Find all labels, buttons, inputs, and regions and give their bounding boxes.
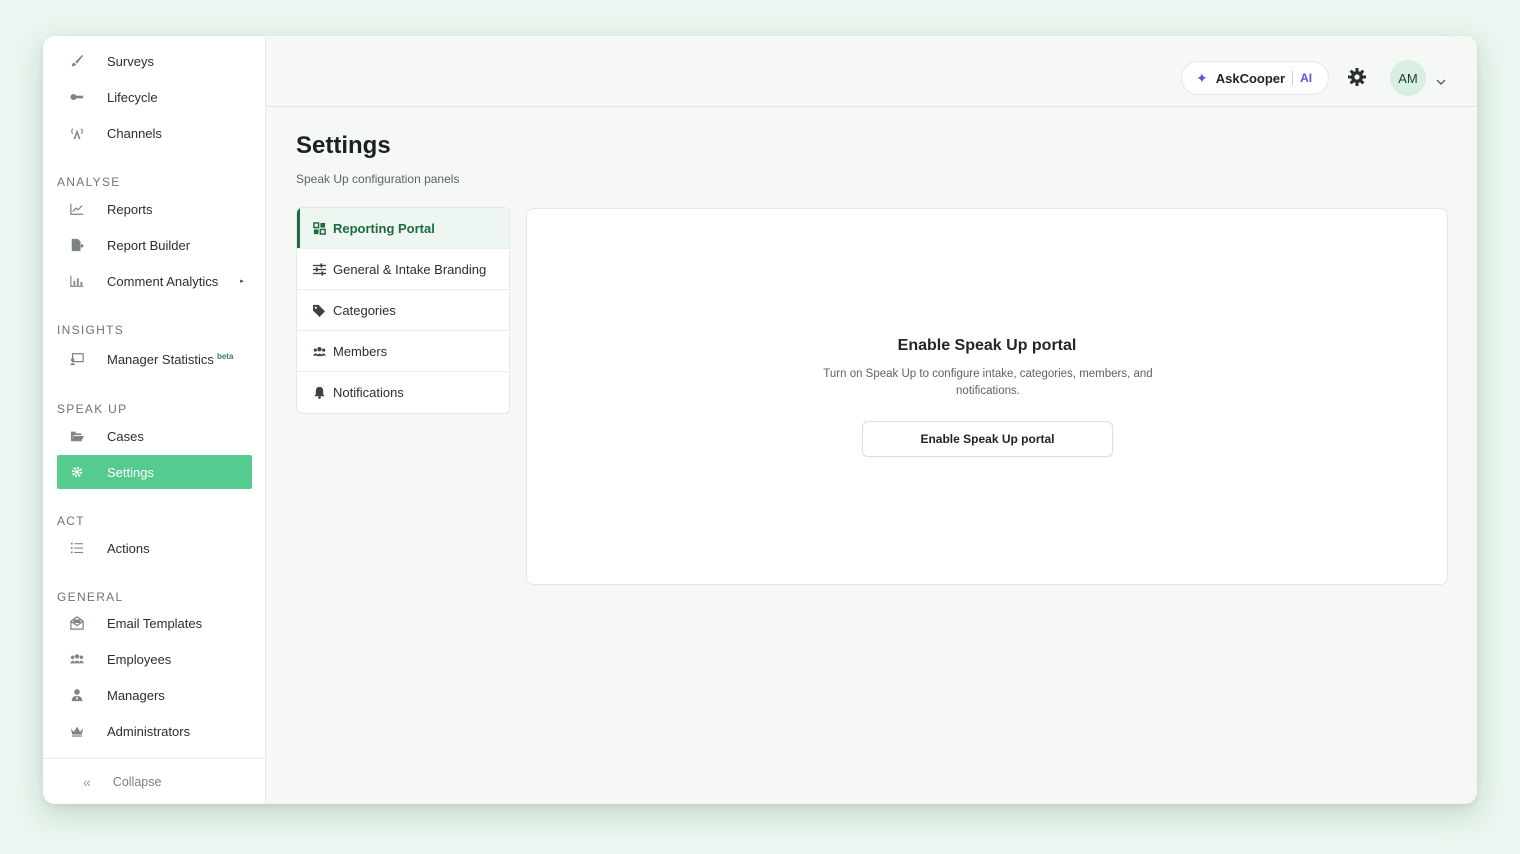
askcooper-button[interactable]: ✦ AskCooper AI [1181,61,1329,95]
brush-icon [67,53,87,69]
sidebar-item-email-templates[interactable]: Email Templates [57,606,252,640]
sidebar-item-settings[interactable]: Settings [57,455,252,489]
sidebar-item-label: Manager Statistics [107,351,214,367]
sidebar-item-surveys[interactable]: Surveys [57,44,252,78]
sidebar-item-label: Email Templates [107,615,203,631]
file-export-icon [67,237,87,253]
sidebar-item-reports[interactable]: Reports [57,192,252,226]
sidebar: Surveys Lifecycle Channels ANALYSE Repor… [43,36,266,804]
panel-categories[interactable]: Categories [297,290,509,331]
sidebar-item-label: Employees [107,651,172,667]
panel-members[interactable]: Members [297,331,509,372]
sidebar-item-employees[interactable]: Employees [57,642,252,676]
divider [1292,71,1294,85]
ai-label: AI [1300,71,1313,85]
tags-icon [311,304,327,317]
caret-right-icon: ▸ [240,278,244,285]
sliders-icon [311,262,327,276]
sparkle-icon: ✦ [1196,69,1208,86]
sidebar-item-label: Administrators [107,723,191,739]
panel-label: General & Intake Branding [333,261,487,277]
line-chart-icon [67,201,87,217]
section-title-speak-up: SPEAK UP [57,402,128,416]
section-title-act: ACT [57,514,85,528]
users-icon [67,651,87,667]
enable-speak-up-portal-button[interactable]: Enable Speak Up portal [862,421,1113,457]
chevron-down-icon[interactable] [1435,74,1447,85]
card-title: Enable Speak Up portal [897,337,1077,354]
sidebar-item-label: Reports [107,201,153,217]
card-description: Turn on Speak Up to configure intake, ca… [823,368,1153,397]
sidebar-item-managers[interactable]: Managers [57,678,252,712]
panel-label: Members [333,343,388,359]
sidebar-item-report-builder[interactable]: Report Builder [57,228,252,262]
sidebar-item-administrators[interactable]: Administrators [57,714,252,748]
gear-icon [1348,68,1366,86]
sidebar-item-label: Lifecycle [107,89,158,105]
bar-chart-icon [67,273,87,289]
sidebar-item-label: Report Builder [107,237,191,253]
presentation-icon [67,351,87,367]
sidebar-item-actions[interactable]: Actions [57,531,252,565]
users-icon [311,345,327,358]
sidebar-item-label: Surveys [107,53,154,69]
broadcast-icon [67,125,87,141]
top-bar: ✦ AskCooper AI AM [267,36,1477,107]
sidebar-item-channels[interactable]: Channels [57,116,252,150]
gear-icon [67,464,87,480]
panel-label: Reporting Portal [333,220,435,236]
bell-icon [311,386,327,399]
user-tie-icon [67,687,87,703]
sidebar-item-label: Managers [107,687,165,703]
key-icon [67,89,87,105]
list-icon [67,540,87,556]
user-avatar[interactable]: AM [1390,60,1426,96]
askcooper-label: AskCooper [1215,70,1286,86]
sidebar-item-comment-analytics[interactable]: Comment Analytics ▸ [57,264,252,298]
panel-reporting-portal[interactable]: Reporting Portal [297,208,509,249]
section-title-insights: INSIGHTS [57,323,125,337]
sidebar-item-label: Settings [107,464,154,480]
sidebar-item-cases[interactable]: Cases [57,419,252,453]
crown-icon [67,723,87,739]
section-title-general: GENERAL [57,590,124,604]
sidebar-item-label: Comment Analytics [107,273,219,289]
sidebar-item-lifecycle[interactable]: Lifecycle [57,80,252,114]
panel-general-intake-branding[interactable]: General & Intake Branding [297,249,509,290]
panel-label: Notifications [333,385,404,400]
folder-open-icon [67,428,87,444]
section-title-analyse: ANALYSE [57,175,121,189]
beta-badge: beta [216,351,234,361]
page-subtitle: Speak Up configuration panels [296,172,460,186]
reporting-portal-card: Enable Speak Up portal Turn on Speak Up … [526,208,1448,585]
sidebar-item-manager-statistics[interactable]: Manager Statistics beta [57,342,252,376]
panel-notifications[interactable]: Notifications [297,372,509,413]
sidebar-item-label: Cases [107,428,144,444]
double-chevron-left-icon: « [83,773,91,790]
sidebar-item-label: Actions [107,540,150,556]
sidebar-item-label: Channels [107,125,162,141]
envelope-open-icon [67,615,87,631]
settings-gear-button[interactable] [1347,67,1367,87]
app-window: Surveys Lifecycle Channels ANALYSE Repor… [43,36,1477,804]
grid-icon [311,221,327,235]
panel-label: Categories [333,302,396,318]
settings-panel-menu: Reporting Portal General & Intake Brandi… [296,207,510,414]
collapse-label: Collapse [112,774,162,789]
collapse-button[interactable]: « Collapse [43,758,266,804]
page-title: Settings [296,132,391,159]
